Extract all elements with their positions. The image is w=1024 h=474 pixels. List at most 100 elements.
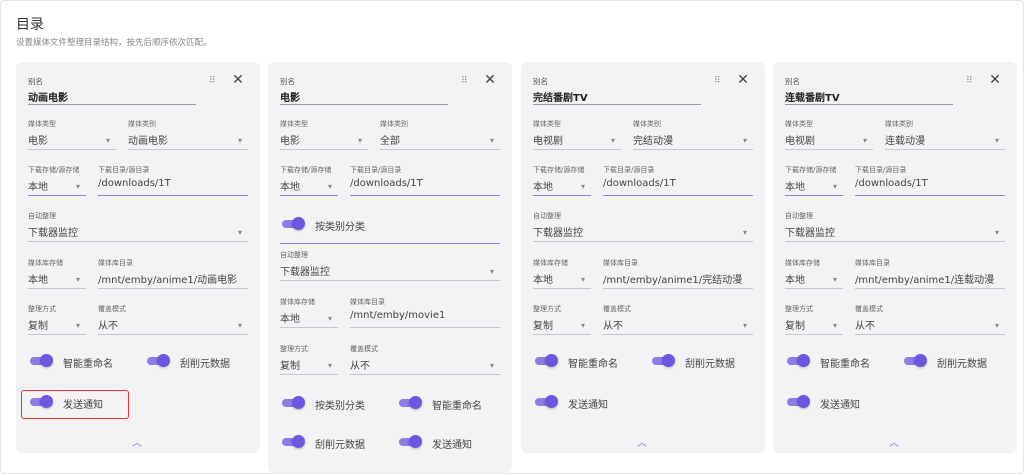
close-icon[interactable]: ✕: [988, 72, 1002, 88]
caret-down-icon[interactable]: ▾: [995, 137, 999, 145]
toggle-knob: [409, 396, 422, 409]
field-value-organize_method[interactable]: 复制: [785, 317, 829, 332]
field-value-organize_method[interactable]: 复制: [280, 357, 324, 372]
field-value-library_dir[interactable]: /mnt/emby/anime1/完结动漫: [603, 271, 753, 286]
field-label-media_category: 媒体类别: [885, 120, 913, 128]
alias-input[interactable]: 连载番剧TV: [785, 89, 840, 104]
chevron-up-icon[interactable]: ︿: [637, 434, 647, 449]
toggle-knob: [409, 435, 422, 448]
field-value-overwrite_mode[interactable]: 从不: [855, 317, 991, 332]
caret-down-icon[interactable]: ▾: [358, 137, 362, 145]
caret-down-icon[interactable]: ▾: [995, 229, 999, 237]
caret-down-icon[interactable]: ▾: [238, 137, 242, 145]
caret-down-icon[interactable]: ▾: [76, 322, 80, 330]
caret-down-icon[interactable]: ▾: [833, 276, 837, 284]
drag-handle-icon[interactable]: ⠿: [966, 75, 976, 87]
field-value-library_dir[interactable]: /mnt/emby/movie1: [350, 310, 500, 321]
drag-handle-icon[interactable]: ⠿: [209, 75, 219, 87]
caret-down-icon[interactable]: ▾: [743, 137, 747, 145]
close-icon[interactable]: ✕: [231, 72, 245, 88]
field-value-media_category[interactable]: 全部: [380, 132, 486, 147]
toggle-smart_rename[interactable]: [399, 395, 423, 411]
caret-down-icon[interactable]: ▾: [328, 315, 332, 323]
drag-handle-icon[interactable]: ⠿: [714, 75, 724, 87]
toggle-scrape_metadata[interactable]: [147, 353, 171, 369]
field-value-download_storage[interactable]: 本地: [28, 178, 72, 193]
caret-down-icon[interactable]: ▾: [863, 137, 867, 145]
field-value-download_storage[interactable]: 本地: [280, 178, 324, 193]
toggle-smart_rename[interactable]: [535, 353, 559, 369]
field-value-overwrite_mode[interactable]: 从不: [350, 357, 486, 372]
field-value-media_type[interactable]: 电视剧: [533, 132, 607, 147]
caret-down-icon[interactable]: ▾: [581, 183, 585, 191]
field-underline: [28, 149, 116, 150]
toggle-send_notification[interactable]: [399, 434, 423, 450]
caret-down-icon[interactable]: ▾: [581, 276, 585, 284]
field-value-download_dir[interactable]: /downloads/1T: [98, 178, 248, 189]
caret-down-icon[interactable]: ▾: [995, 322, 999, 330]
field-value-download_dir[interactable]: /downloads/1T: [603, 178, 753, 189]
field-value-media_type[interactable]: 电影: [28, 132, 102, 147]
field-value-library_dir[interactable]: /mnt/emby/anime1/连载动漫: [855, 271, 1005, 286]
toggle-smart_rename[interactable]: [30, 353, 54, 369]
toggle-send_notification[interactable]: [787, 394, 811, 410]
chevron-up-icon[interactable]: ︿: [132, 434, 142, 449]
field-value-overwrite_mode[interactable]: 从不: [603, 317, 739, 332]
field-value-auto_organize[interactable]: 下载器监控: [533, 224, 739, 239]
caret-down-icon[interactable]: ▾: [76, 276, 80, 284]
field-value-auto_organize[interactable]: 下载器监控: [280, 263, 486, 278]
field-value-download_storage[interactable]: 本地: [533, 178, 577, 193]
field-label-media_type: 媒体类型: [785, 120, 813, 128]
toggle-by_category[interactable]: [282, 395, 306, 411]
toggle-by_category[interactable]: [282, 216, 306, 232]
field-value-library_dir[interactable]: /mnt/emby/anime1/动画电影: [98, 271, 248, 286]
field-value-media_type[interactable]: 电视剧: [785, 132, 859, 147]
caret-down-icon[interactable]: ▾: [490, 268, 494, 276]
caret-down-icon[interactable]: ▾: [76, 183, 80, 191]
caret-down-icon[interactable]: ▾: [581, 322, 585, 330]
directory-card: 别名 完结番剧TV ⠿ ✕ 媒体类型 电视剧 ▾ 媒体类别 完结动漫 ▾ 下载存储/源存储 本地 ▾ 下载…: [521, 62, 765, 453]
field-value-overwrite_mode[interactable]: 从不: [98, 317, 234, 332]
toggle-scrape_metadata[interactable]: [904, 353, 928, 369]
field-value-library_storage[interactable]: 本地: [280, 310, 324, 325]
field-value-library_storage[interactable]: 本地: [785, 271, 829, 286]
alias-input[interactable]: 动画电影: [28, 89, 68, 104]
chevron-up-icon[interactable]: ︿: [889, 434, 899, 449]
caret-down-icon[interactable]: ▾: [611, 137, 615, 145]
toggle-smart_rename[interactable]: [787, 353, 811, 369]
field-value-organize_method[interactable]: 复制: [28, 317, 72, 332]
toggle-send_notification[interactable]: [535, 394, 559, 410]
caret-down-icon[interactable]: ▾: [106, 137, 110, 145]
alias-input[interactable]: 完结番剧TV: [533, 89, 588, 104]
field-label-download_dir: 下载目录/源目录: [98, 166, 150, 174]
field-value-media_category[interactable]: 完结动漫: [633, 132, 739, 147]
caret-down-icon[interactable]: ▾: [833, 322, 837, 330]
caret-down-icon[interactable]: ▾: [743, 229, 747, 237]
toggle-scrape_metadata[interactable]: [652, 353, 676, 369]
toggle-scrape_metadata[interactable]: [282, 434, 306, 450]
caret-down-icon[interactable]: ▾: [238, 229, 242, 237]
field-value-media_type[interactable]: 电影: [280, 132, 354, 147]
field-value-organize_method[interactable]: 复制: [533, 317, 577, 332]
field-value-library_storage[interactable]: 本地: [533, 271, 577, 286]
field-value-download_storage[interactable]: 本地: [785, 178, 829, 193]
field-value-media_category[interactable]: 连载动漫: [885, 132, 991, 147]
drag-handle-icon[interactable]: ⠿: [461, 75, 471, 87]
field-value-media_category[interactable]: 动画电影: [128, 132, 234, 147]
caret-down-icon[interactable]: ▾: [328, 183, 332, 191]
field-value-auto_organize[interactable]: 下载器监控: [28, 224, 234, 239]
field-value-download_dir[interactable]: /downloads/1T: [350, 178, 500, 189]
field-label-download_storage: 下载存储/源存储: [280, 166, 332, 174]
caret-down-icon[interactable]: ▾: [490, 137, 494, 145]
caret-down-icon[interactable]: ▾: [833, 183, 837, 191]
caret-down-icon[interactable]: ▾: [490, 362, 494, 370]
alias-input[interactable]: 电影: [280, 89, 300, 104]
field-value-auto_organize[interactable]: 下载器监控: [785, 224, 991, 239]
field-value-download_dir[interactable]: /downloads/1T: [855, 178, 1005, 189]
caret-down-icon[interactable]: ▾: [743, 322, 747, 330]
close-icon[interactable]: ✕: [483, 72, 497, 88]
field-value-library_storage[interactable]: 本地: [28, 271, 72, 286]
close-icon[interactable]: ✕: [736, 72, 750, 88]
caret-down-icon[interactable]: ▾: [328, 362, 332, 370]
caret-down-icon[interactable]: ▾: [238, 322, 242, 330]
